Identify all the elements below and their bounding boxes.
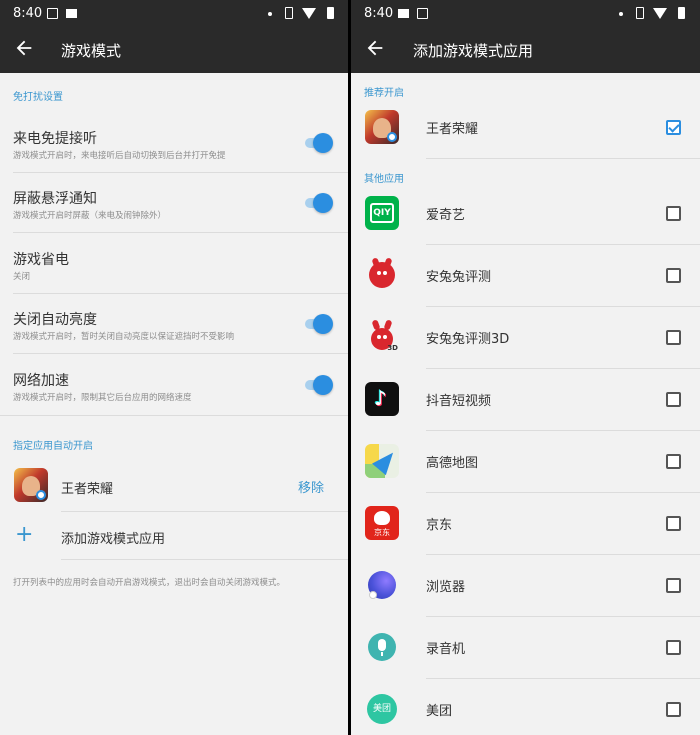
handsfree-toggle[interactable] xyxy=(305,133,333,153)
meituan-icon: 美团 xyxy=(365,692,399,726)
setting-title: 屏蔽悬浮通知 xyxy=(13,191,97,207)
app-row-recorder[interactable]: 录音机 xyxy=(351,617,700,679)
setting-title: 网络加速 xyxy=(13,373,69,389)
checkbox[interactable] xyxy=(666,640,681,655)
app-name: 美团 xyxy=(426,704,453,719)
setting-title: 关闭自动亮度 xyxy=(13,312,97,328)
wifi-icon xyxy=(302,8,316,19)
image-notification-icon xyxy=(47,8,58,19)
mail-notification-icon xyxy=(66,9,77,18)
vibrate-icon xyxy=(636,7,644,19)
browser-icon xyxy=(365,568,399,602)
app-name: 爱奇艺 xyxy=(426,208,466,223)
image-notification-icon xyxy=(417,8,428,19)
assigned-app-row: 王者荣耀 移除 xyxy=(0,458,348,512)
setting-subtitle: 游戏模式开启时，暂时关闭自动亮度以保证遮挡时不受影响 xyxy=(13,332,235,342)
checkbox[interactable] xyxy=(666,702,681,717)
battery-icon xyxy=(327,7,334,19)
antutu-icon xyxy=(365,258,399,292)
checkbox[interactable] xyxy=(666,330,681,345)
app-name: 浏览器 xyxy=(426,580,466,595)
app-row-iqiyi[interactable]: QIY 爱奇艺 xyxy=(351,183,700,245)
checkbox[interactable] xyxy=(666,392,681,407)
app-name: 安兔兔评测 xyxy=(426,270,492,285)
dot-icon xyxy=(268,12,272,16)
douyin-icon: ♪ xyxy=(365,382,399,416)
honor-of-kings-icon xyxy=(365,110,399,144)
divider xyxy=(0,415,348,416)
antutu-3d-icon: 3D xyxy=(365,320,399,354)
app-name: 抖音短视频 xyxy=(426,394,492,409)
setting-row-network-boost[interactable]: 网络加速 游戏模式开启时，限制其它后台应用的网络速度 xyxy=(0,354,348,416)
checkbox[interactable] xyxy=(666,578,681,593)
footer-note: 打开列表中的应用时会自动开启游戏模式，退出时会自动关闭游戏模式。 xyxy=(13,578,286,588)
status-bar: 8:40 xyxy=(351,0,700,27)
back-arrow-icon[interactable] xyxy=(13,37,35,59)
amap-icon xyxy=(365,444,399,478)
dnd-section-header: 免打扰设置 xyxy=(13,92,63,103)
auto-launch-section-header: 指定应用自动开启 xyxy=(13,441,93,452)
setting-row-auto-brightness[interactable]: 关闭自动亮度 游戏模式开启时，暂时关闭自动亮度以保证遮挡时不受影响 xyxy=(0,294,348,354)
setting-title: 来电免提接听 xyxy=(13,131,97,147)
setting-title: 游戏省电 xyxy=(13,252,69,268)
honor-of-kings-icon xyxy=(14,468,48,502)
app-row-browser[interactable]: 浏览器 xyxy=(351,555,700,617)
network-boost-toggle[interactable] xyxy=(305,375,333,395)
page-title: 游戏模式 xyxy=(61,42,122,60)
add-game-apps-screen: 8:40 添加游戏模式应用 推荐开启 王者荣耀 其他应用 QIY 爱奇艺 安兔兔… xyxy=(351,0,700,735)
setting-subtitle: 关闭 xyxy=(13,272,31,282)
checkbox[interactable] xyxy=(666,268,681,283)
setting-row-power-saving[interactable]: 游戏省电 关闭 xyxy=(0,233,348,294)
status-time: 8:40 xyxy=(13,6,43,21)
game-mode-screen: 8:40 游戏模式 免打扰设置 来电免提接听 游戏模式开启时，来电接听后自动切换… xyxy=(0,0,348,735)
plus-icon: + xyxy=(15,522,34,547)
dot-icon xyxy=(619,12,623,16)
vibrate-icon xyxy=(285,7,293,19)
app-name: 录音机 xyxy=(426,642,466,657)
app-row-meituan[interactable]: 美团 美团 xyxy=(351,679,700,735)
app-row-honor-of-kings[interactable]: 王者荣耀 xyxy=(351,97,700,159)
app-row-antutu-3d[interactable]: 3D 安兔兔评测3D xyxy=(351,307,700,369)
checkbox[interactable] xyxy=(666,454,681,469)
wifi-icon xyxy=(653,8,667,19)
divider xyxy=(61,559,348,560)
app-row-antutu[interactable]: 安兔兔评测 xyxy=(351,245,700,307)
recorder-icon xyxy=(365,630,399,664)
app-name: 京东 xyxy=(426,518,453,533)
setting-subtitle: 游戏模式开启时，限制其它后台应用的网络速度 xyxy=(13,393,192,403)
add-app-row[interactable]: + 添加游戏模式应用 xyxy=(0,512,348,560)
auto-brightness-toggle[interactable] xyxy=(305,314,333,334)
back-arrow-icon[interactable] xyxy=(364,37,386,59)
app-name: 王者荣耀 xyxy=(426,122,479,137)
app-bar: 添加游戏模式应用 xyxy=(351,27,700,73)
setting-subtitle: 游戏模式开启时屏蔽（来电及闹钟除外） xyxy=(13,211,167,221)
app-row-amap[interactable]: 高德地图 xyxy=(351,431,700,493)
page-title: 添加游戏模式应用 xyxy=(413,42,534,60)
add-app-label: 添加游戏模式应用 xyxy=(61,532,166,547)
setting-row-block-notifications[interactable]: 屏蔽悬浮通知 游戏模式开启时屏蔽（来电及闹钟除外） xyxy=(0,173,348,233)
checkbox[interactable] xyxy=(666,206,681,221)
divider xyxy=(426,158,700,159)
setting-row-handsfree[interactable]: 来电免提接听 游戏模式开启时，来电接听后自动切换到后台并打开免提 xyxy=(0,113,348,173)
assigned-app-name: 王者荣耀 xyxy=(61,482,114,497)
mail-notification-icon xyxy=(398,9,409,18)
app-row-jd[interactable]: 京东 京东 xyxy=(351,493,700,555)
app-bar: 游戏模式 xyxy=(0,27,348,73)
remove-link[interactable]: 移除 xyxy=(298,477,324,496)
setting-subtitle: 游戏模式开启时，来电接听后自动切换到后台并打开免提 xyxy=(13,151,226,161)
battery-icon xyxy=(678,7,685,19)
app-name: 高德地图 xyxy=(426,456,479,471)
checkbox-checked[interactable] xyxy=(666,120,681,135)
jd-icon: 京东 xyxy=(365,506,399,540)
checkbox[interactable] xyxy=(666,516,681,531)
status-bar: 8:40 xyxy=(0,0,348,27)
app-name: 安兔兔评测3D xyxy=(426,332,510,347)
block-notifications-toggle[interactable] xyxy=(305,193,333,213)
app-row-douyin[interactable]: ♪ 抖音短视频 xyxy=(351,369,700,431)
status-time: 8:40 xyxy=(364,6,394,21)
iqiyi-icon: QIY xyxy=(365,196,399,230)
